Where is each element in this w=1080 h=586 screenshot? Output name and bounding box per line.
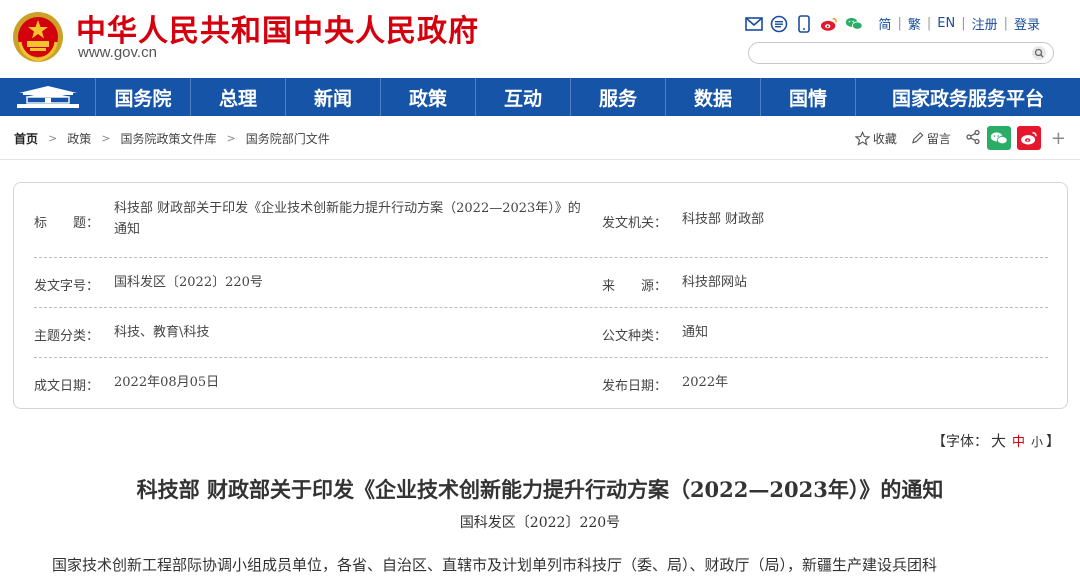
lang-simplified[interactable]: 简 <box>878 14 891 33</box>
info-row-dates: 成文日期： 2022年08月05日 发布日期： 2022年 <box>34 358 1048 408</box>
nav-news[interactable]: 新闻 <box>286 78 381 116</box>
source-value: 科技部网站 <box>682 275 748 290</box>
font-size-prefix: 【字体： <box>931 434 988 450</box>
plus-icon[interactable]: + <box>1051 128 1066 149</box>
national-emblem-icon <box>13 12 63 62</box>
title-label: 标 题： <box>34 216 100 231</box>
comment-button[interactable]: 留言 <box>911 130 951 147</box>
font-size-suffix: 】 <box>1046 434 1060 450</box>
language-links: 简 | 繁 | EN | 注册 | 登录 <box>878 14 1040 33</box>
document-info-box: 标 题： 科技部 财政部关于印发《企业技术创新能力提升行动方案（2022—202… <box>13 182 1068 409</box>
article-body: 国家技术创新工程部际协调小组成员单位，各省、自治区、直辖市及计划单列市科技厅（委… <box>52 556 938 574</box>
info-row-docno: 发文字号： 国科发区〔2022〕220号 来 源： 科技部网站 <box>34 258 1048 308</box>
share-wechat-icon[interactable] <box>986 126 1011 150</box>
mail-icon[interactable] <box>745 15 764 33</box>
breadcrumb-policy[interactable]: 政策 <box>67 130 91 147</box>
share-weibo-icon[interactable] <box>1016 126 1041 150</box>
font-size-large[interactable]: 大 <box>991 432 1006 450</box>
weibo-icon[interactable] <box>820 15 838 33</box>
comment-label: 留言 <box>926 131 951 146</box>
pen-icon <box>911 132 924 144</box>
wechat-icon[interactable] <box>845 15 864 33</box>
topic-label: 主题分类： <box>34 329 100 344</box>
tiananmen-icon[interactable] <box>0 78 96 116</box>
top-tools: 简 | 繁 | EN | 注册 | 登录 <box>745 14 1040 33</box>
nav-interaction[interactable]: 互动 <box>476 78 571 116</box>
created-date-value: 2022年08月05日 <box>114 375 220 390</box>
docno-value: 国科发区〔2022〕220号 <box>114 275 263 290</box>
article-title: 科技部 财政部关于印发《企业技术创新能力提升行动方案（2022—2023年）》的… <box>136 477 944 502</box>
site-header: 中华人民共和国中央人民政府 www.gov.cn 简 | 繁 | EN | 注册 | 登… <box>0 0 1080 78</box>
nav-national-info[interactable]: 国情 <box>761 78 856 116</box>
docno-label: 发文字号： <box>34 279 100 294</box>
breadcrumb: 首页 > 政策 > 国务院政策文件库 > 国务院部门文件 <box>14 130 330 147</box>
breadcrumb-department-docs[interactable]: 国务院部门文件 <box>246 130 330 147</box>
favorite-label: 收藏 <box>872 131 897 146</box>
share-icon[interactable] <box>965 129 981 148</box>
chevron-right-icon: > <box>48 132 58 145</box>
breadcrumb-policy-library[interactable]: 国务院政策文件库 <box>120 130 216 147</box>
article-doc-number: 国科发区〔2022〕220号 <box>459 515 621 531</box>
info-row-topic: 主题分类： 科技、教育\科技 公文种类： 通知 <box>34 308 1048 358</box>
topic-value: 科技、教育\科技 <box>114 325 210 340</box>
search-box <box>748 42 1054 64</box>
issuer-value: 科技部 财政部 <box>682 212 765 227</box>
doctype-value: 通知 <box>682 325 709 340</box>
doctype-label: 公文种类： <box>602 329 668 344</box>
favorite-button[interactable]: 收藏 <box>854 130 897 147</box>
font-size-medium[interactable]: 中 <box>1012 435 1025 450</box>
nav-services[interactable]: 服务 <box>571 78 666 116</box>
nav-data[interactable]: 数据 <box>666 78 761 116</box>
lang-english[interactable]: EN <box>937 16 955 31</box>
published-date-label: 发布日期： <box>602 379 668 394</box>
font-size-small[interactable]: 小 <box>1031 435 1043 449</box>
login-link[interactable]: 登录 <box>1014 14 1040 33</box>
mobile-icon[interactable] <box>795 14 813 33</box>
title-value: 科技部 财政部关于印发《企业技术创新能力提升行动方案（2022—2023年）》的… <box>114 201 581 237</box>
register-link[interactable]: 注册 <box>972 14 998 33</box>
issuer-label: 发文机关： <box>602 216 668 231</box>
source-label: 来 源： <box>602 279 668 294</box>
chevron-right-icon: > <box>226 132 236 145</box>
site-url[interactable]: www.gov.cn <box>78 44 157 61</box>
chevron-right-icon: > <box>101 132 111 145</box>
info-row-title: 标 题： 科技部 财政部关于印发《企业技术创新能力提升行动方案（2022—202… <box>34 183 1048 258</box>
nav-gov-service-platform[interactable]: 国家政务服务平台 <box>856 78 1080 116</box>
breadcrumb-home[interactable]: 首页 <box>14 130 38 147</box>
star-icon <box>854 130 870 146</box>
created-date-label: 成文日期： <box>34 379 100 394</box>
nav-state-council[interactable]: 国务院 <box>96 78 191 116</box>
nav-premier[interactable]: 总理 <box>191 78 286 116</box>
lang-traditional[interactable]: 繁 <box>908 14 921 33</box>
nav-policy[interactable]: 政策 <box>381 78 476 116</box>
font-size-selector: 【字体：大中小】 <box>932 430 1060 451</box>
page-actions: 收藏 留言 + <box>854 126 1066 150</box>
search-icon[interactable] <box>1031 45 1047 61</box>
breadcrumb-bar: 首页 > 政策 > 国务院政策文件库 > 国务院部门文件 收藏 留言 + <box>0 116 1080 160</box>
published-date-value: 2022年 <box>682 375 729 390</box>
message-icon[interactable] <box>770 15 788 33</box>
main-nav: 国务院 总理 新闻 政策 互动 服务 数据 国情 国家政务服务平台 <box>0 78 1080 116</box>
search-input[interactable] <box>759 44 1029 64</box>
